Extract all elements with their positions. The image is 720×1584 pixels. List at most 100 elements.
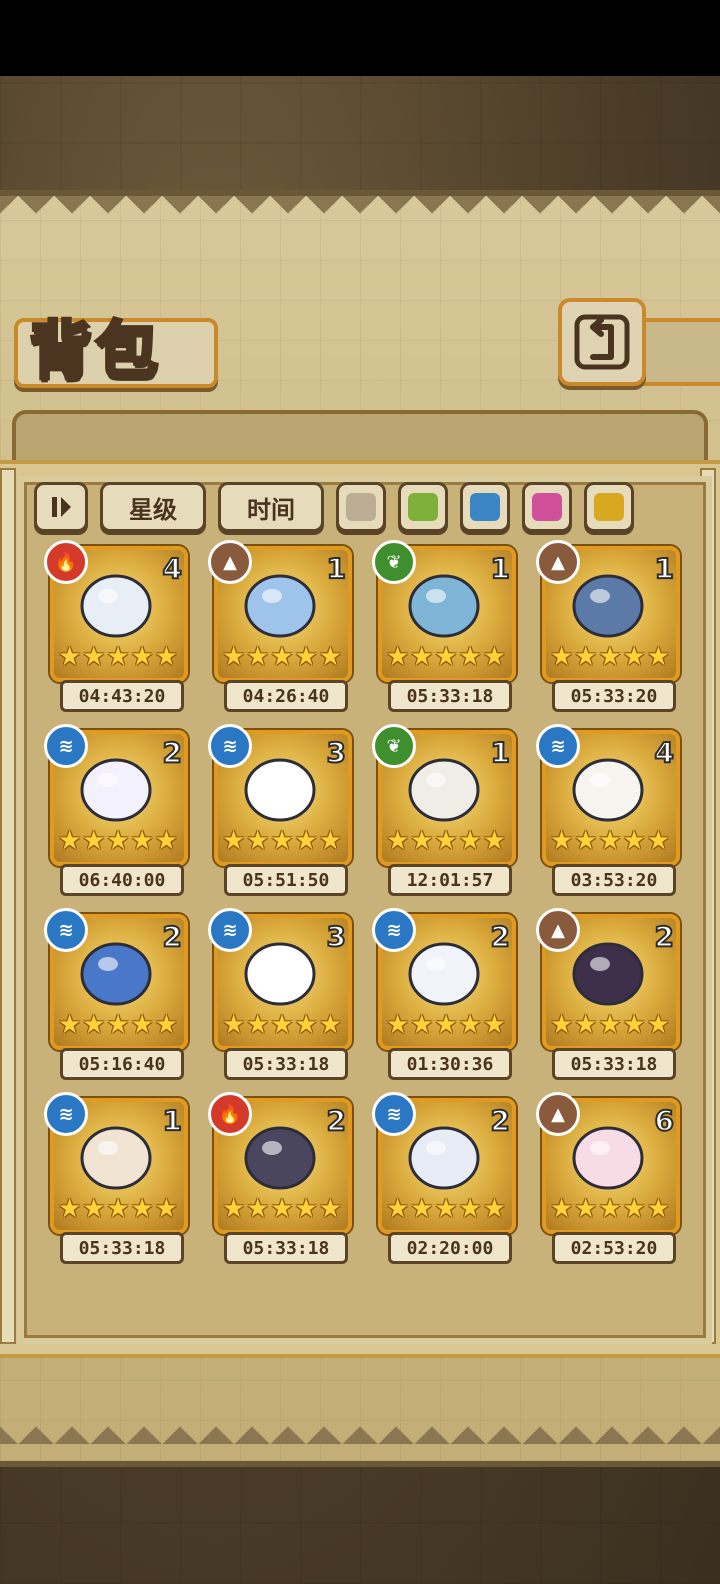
star-icon: ★ <box>246 642 270 672</box>
star-icon: ★ <box>550 1194 574 1224</box>
star-icon: ★ <box>318 826 342 856</box>
page-title: 背包 <box>28 312 163 389</box>
star-icon: ★ <box>294 826 318 856</box>
item-card[interactable]: ▲ 1 ★ ★ ★ ★ ★ 04:26:40 <box>208 540 352 712</box>
filter-pink-button[interactable] <box>522 482 572 532</box>
filter-water-button[interactable] <box>460 482 510 532</box>
star-icon: ★ <box>622 1010 646 1040</box>
star-icon: ★ <box>410 826 434 856</box>
star-icon: ★ <box>458 1194 482 1224</box>
item-card[interactable]: ▲ 2 ★ ★ ★ ★ ★ 05:33:18 <box>536 908 680 1080</box>
star-rating: ★ ★ ★ ★ ★ <box>550 1012 670 1038</box>
item-card[interactable]: ≋ 3 ★ ★ ★ ★ ★ 05:51:50 <box>208 724 352 896</box>
item-card[interactable]: ❦ 1 ★ ★ ★ ★ ★ 12:01:57 <box>372 724 516 896</box>
filter-leaf-swatch <box>408 493 438 521</box>
earth-element-icon: ▲ <box>536 540 580 584</box>
filter-gold-button[interactable] <box>584 482 634 532</box>
item-count: 4 <box>161 551 183 586</box>
star-icon: ★ <box>270 826 294 856</box>
star-icon: ★ <box>434 826 458 856</box>
star-icon: ★ <box>386 642 410 672</box>
item-timer: 05:33:18 <box>60 1232 184 1264</box>
star-icon: ★ <box>106 1010 130 1040</box>
star-icon: ★ <box>222 642 246 672</box>
status-bar <box>0 0 720 76</box>
item-card[interactable]: ❦ 1 ★ ★ ★ ★ ★ 05:33:18 <box>372 540 516 712</box>
item-count: 2 <box>489 919 511 954</box>
collapse-button[interactable] <box>34 482 88 532</box>
star-icon: ★ <box>550 826 574 856</box>
item-count: 1 <box>653 551 675 586</box>
star-icon: ★ <box>318 1194 342 1224</box>
star-icon: ★ <box>222 1010 246 1040</box>
fire-element-icon: 🔥 <box>44 540 88 584</box>
star-icon: ★ <box>130 642 154 672</box>
item-card[interactable]: ▲ 6 ★ ★ ★ ★ ★ 02:53:20 <box>536 1092 680 1264</box>
star-icon: ★ <box>106 642 130 672</box>
item-card[interactable]: 🔥 4 ★ ★ ★ ★ ★ 04:43:20 <box>44 540 188 712</box>
item-card[interactable]: ≋ 2 ★ ★ ★ ★ ★ 01:30:36 <box>372 908 516 1080</box>
star-rating: ★ ★ ★ ★ ★ <box>386 1196 506 1222</box>
star-icon: ★ <box>270 642 294 672</box>
star-icon: ★ <box>58 642 82 672</box>
star-icon: ★ <box>598 826 622 856</box>
star-icon: ★ <box>646 1010 670 1040</box>
item-count: 2 <box>653 919 675 954</box>
item-count: 2 <box>161 919 183 954</box>
item-card[interactable]: ≋ 2 ★ ★ ★ ★ ★ 05:16:40 <box>44 908 188 1080</box>
star-icon: ★ <box>622 826 646 856</box>
star-icon: ★ <box>550 642 574 672</box>
star-icon: ★ <box>246 1194 270 1224</box>
star-icon: ★ <box>246 1010 270 1040</box>
water-element-icon: ≋ <box>372 1092 416 1136</box>
item-card[interactable]: ≋ 3 ★ ★ ★ ★ ★ 05:33:18 <box>208 908 352 1080</box>
item-card[interactable]: ▲ 1 ★ ★ ★ ★ ★ 05:33:20 <box>536 540 680 712</box>
star-icon: ★ <box>598 1010 622 1040</box>
star-icon: ★ <box>82 1010 106 1040</box>
water-element-icon: ≋ <box>208 908 252 952</box>
star-icon: ★ <box>410 1010 434 1040</box>
back-button-rail <box>636 318 720 386</box>
star-icon: ★ <box>58 1194 82 1224</box>
item-card[interactable]: ≋ 2 ★ ★ ★ ★ ★ 02:20:00 <box>372 1092 516 1264</box>
star-rating: ★ ★ ★ ★ ★ <box>222 1012 342 1038</box>
star-icon: ★ <box>458 1010 482 1040</box>
star-icon: ★ <box>82 642 106 672</box>
filter-neutral-button[interactable] <box>336 482 386 532</box>
item-timer: 01:30:36 <box>388 1048 512 1080</box>
item-timer: 04:26:40 <box>224 680 348 712</box>
star-icon: ★ <box>434 1194 458 1224</box>
item-timer: 05:33:18 <box>388 680 512 712</box>
star-icon: ★ <box>222 1194 246 1224</box>
star-rating: ★ ★ ★ ★ ★ <box>550 828 670 854</box>
filter-neutral-swatch <box>346 493 376 521</box>
star-icon: ★ <box>598 1194 622 1224</box>
item-card[interactable]: ≋ 4 ★ ★ ★ ★ ★ 03:53:20 <box>536 724 680 896</box>
collapse-icon <box>52 497 71 517</box>
back-button[interactable] <box>558 298 646 386</box>
star-icon: ★ <box>434 642 458 672</box>
star-icon: ★ <box>598 642 622 672</box>
star-icon: ★ <box>622 642 646 672</box>
star-rating: ★ ★ ★ ★ ★ <box>222 1196 342 1222</box>
item-timer: 02:20:00 <box>388 1232 512 1264</box>
star-icon: ★ <box>482 826 506 856</box>
sort-time-button[interactable]: 时间 <box>218 482 324 532</box>
panel-top-edge <box>0 196 720 230</box>
item-card[interactable]: ≋ 2 ★ ★ ★ ★ ★ 06:40:00 <box>44 724 188 896</box>
item-card[interactable]: ≋ 1 ★ ★ ★ ★ ★ 05:33:18 <box>44 1092 188 1264</box>
star-icon: ★ <box>130 826 154 856</box>
item-timer: 05:33:18 <box>552 1048 676 1080</box>
star-icon: ★ <box>154 1010 178 1040</box>
item-card[interactable]: 🔥 2 ★ ★ ★ ★ ★ 05:33:18 <box>208 1092 352 1264</box>
star-icon: ★ <box>646 1194 670 1224</box>
star-rating: ★ ★ ★ ★ ★ <box>58 828 178 854</box>
star-icon: ★ <box>154 642 178 672</box>
sort-star-button[interactable]: 星级 <box>100 482 206 532</box>
water-element-icon: ≋ <box>44 1092 88 1136</box>
filter-leaf-button[interactable] <box>398 482 448 532</box>
fire-element-icon: 🔥 <box>208 1092 252 1136</box>
star-icon: ★ <box>318 642 342 672</box>
star-icon: ★ <box>294 1010 318 1040</box>
star-icon: ★ <box>58 826 82 856</box>
